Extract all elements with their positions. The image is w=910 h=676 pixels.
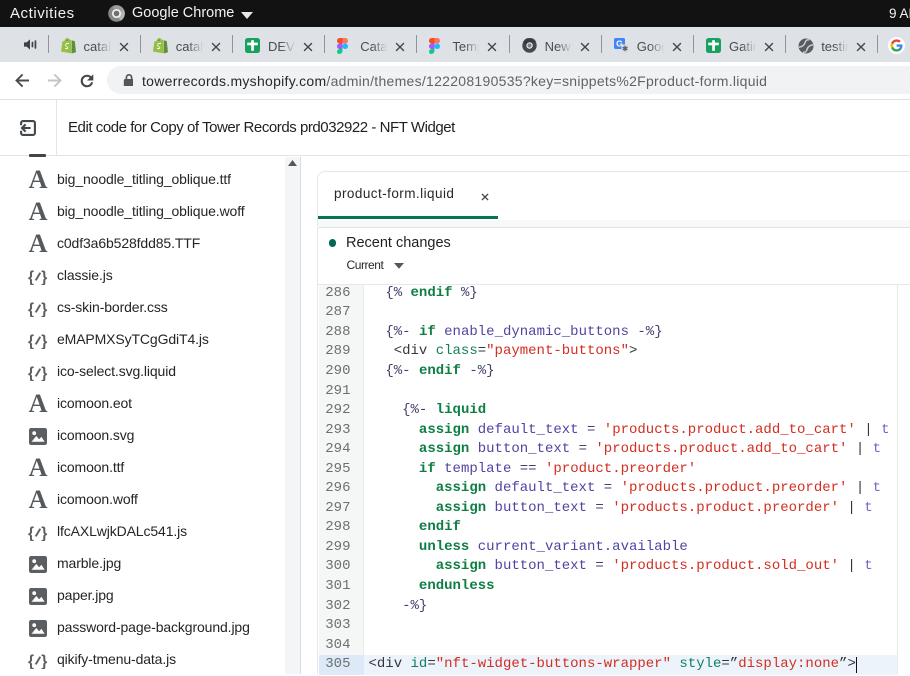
svg-text:}: }	[41, 301, 47, 317]
svg-text:}: }	[41, 653, 47, 669]
svg-text:}: }	[41, 333, 47, 349]
svg-text:{: {	[28, 333, 34, 349]
svg-text:{: {	[28, 525, 34, 541]
svg-text:{: {	[28, 365, 34, 381]
svg-text:✱: ✱	[622, 45, 628, 53]
svg-text:{: {	[28, 301, 34, 317]
svg-text:}: }	[41, 525, 47, 541]
svg-text:{: {	[28, 269, 34, 285]
svg-text:}: }	[41, 269, 47, 285]
svg-text:}: }	[41, 365, 47, 381]
svg-text:{: {	[28, 653, 34, 669]
